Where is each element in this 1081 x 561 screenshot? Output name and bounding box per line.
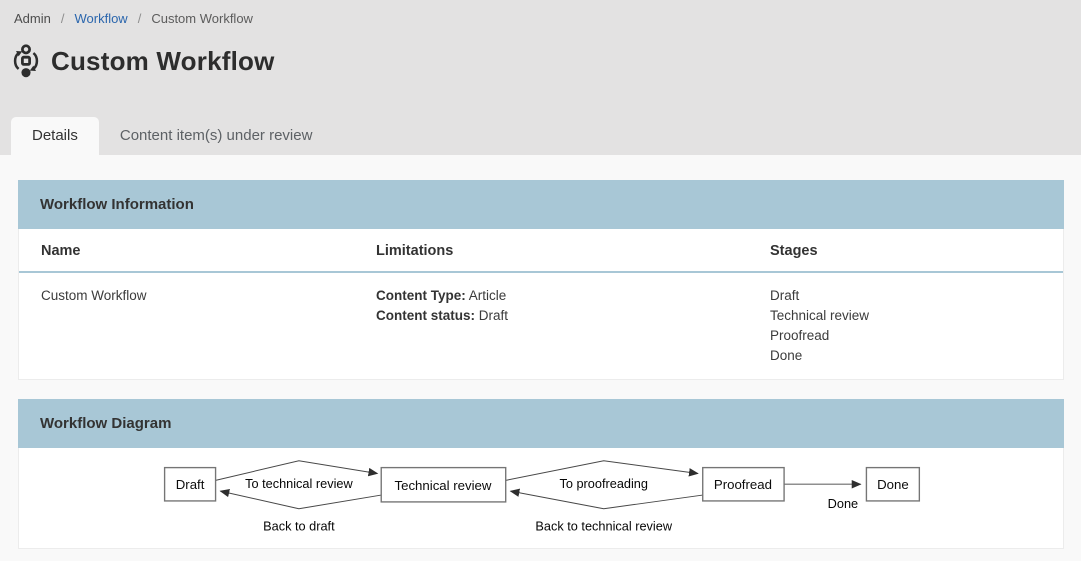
limitation-content-status-value: Draft xyxy=(479,308,508,323)
edge-back-to-draft xyxy=(220,491,381,509)
workflow-diagram-canvas: To technical review Back to draft To pro… xyxy=(19,448,1063,547)
info-table-row: Custom Workflow Content Type: Article Co… xyxy=(19,273,1063,379)
cell-workflow-name: Custom Workflow xyxy=(41,286,376,306)
workflow-information-body: Name Limitations Stages Custom Workflow … xyxy=(18,229,1064,380)
limitation-content-type-label: Content Type: xyxy=(376,288,466,303)
edge-label-done: Done xyxy=(828,496,858,511)
tab-details[interactable]: Details xyxy=(11,117,99,155)
breadcrumb-item-admin[interactable]: Admin xyxy=(14,11,51,26)
node-label-done: Done xyxy=(877,477,909,492)
main-content: Workflow Information Name Limitations St… xyxy=(0,155,1081,549)
workflow-diagram-title: Workflow Diagram xyxy=(18,399,1064,448)
breadcrumb-item-workflow-link[interactable]: Workflow xyxy=(74,11,127,26)
title-row: Custom Workflow xyxy=(11,43,1081,79)
diagram-node-draft[interactable]: Draft xyxy=(165,468,216,501)
workflow-information-title: Workflow Information xyxy=(18,180,1064,229)
workflow-diagram-body: To technical review Back to draft To pro… xyxy=(18,448,1064,549)
stage-item-done: Done xyxy=(770,346,1041,366)
breadcrumb: Admin / Workflow / Custom Workflow xyxy=(14,11,1081,26)
column-header-limitations: Limitations xyxy=(376,243,770,259)
stage-item-draft: Draft xyxy=(770,286,1041,306)
edge-label-to-proofreading: To proofreading xyxy=(559,476,648,491)
page-title: Custom Workflow xyxy=(51,46,275,77)
cell-stages: Draft Technical review Proofread Done xyxy=(770,286,1041,366)
edge-label-to-technical-review: To technical review xyxy=(245,476,353,491)
info-table-header: Name Limitations Stages xyxy=(19,229,1063,273)
cell-limitations: Content Type: Article Content status: Dr… xyxy=(376,286,770,326)
breadcrumb-separator: / xyxy=(61,11,65,26)
stage-item-technical-review: Technical review xyxy=(770,306,1041,326)
page-header: Admin / Workflow / Custom Workflow Custo… xyxy=(0,0,1081,155)
workflow-information-panel: Workflow Information Name Limitations St… xyxy=(18,180,1064,380)
limitation-content-type-value: Article xyxy=(469,288,507,303)
edge-label-back-to-technical-review: Back to technical review xyxy=(535,518,672,533)
workflow-diagram-panel: Workflow Diagram To technical review Bac… xyxy=(18,399,1064,549)
diagram-node-technical-review[interactable]: Technical review xyxy=(381,468,505,502)
stage-item-proofread: Proofread xyxy=(770,326,1041,346)
diagram-node-proofread[interactable]: Proofread xyxy=(703,468,784,501)
workflow-icon xyxy=(11,43,41,79)
edge-back-to-technical-review xyxy=(511,491,703,509)
node-label-proofread: Proofread xyxy=(714,477,772,492)
breadcrumb-item-current: Custom Workflow xyxy=(151,11,253,26)
edge-label-back-to-draft: Back to draft xyxy=(263,518,335,533)
node-label-technical-review: Technical review xyxy=(394,478,491,493)
tab-bar: Details Content item(s) under review xyxy=(11,117,333,155)
column-header-stages: Stages xyxy=(770,243,1041,259)
limitation-content-status-label: Content status: xyxy=(376,308,475,323)
node-label-draft: Draft xyxy=(176,477,205,492)
tab-content-items-under-review[interactable]: Content item(s) under review xyxy=(99,117,334,155)
breadcrumb-separator: / xyxy=(138,11,142,26)
column-header-name: Name xyxy=(41,243,376,259)
diagram-node-done[interactable]: Done xyxy=(866,468,919,501)
